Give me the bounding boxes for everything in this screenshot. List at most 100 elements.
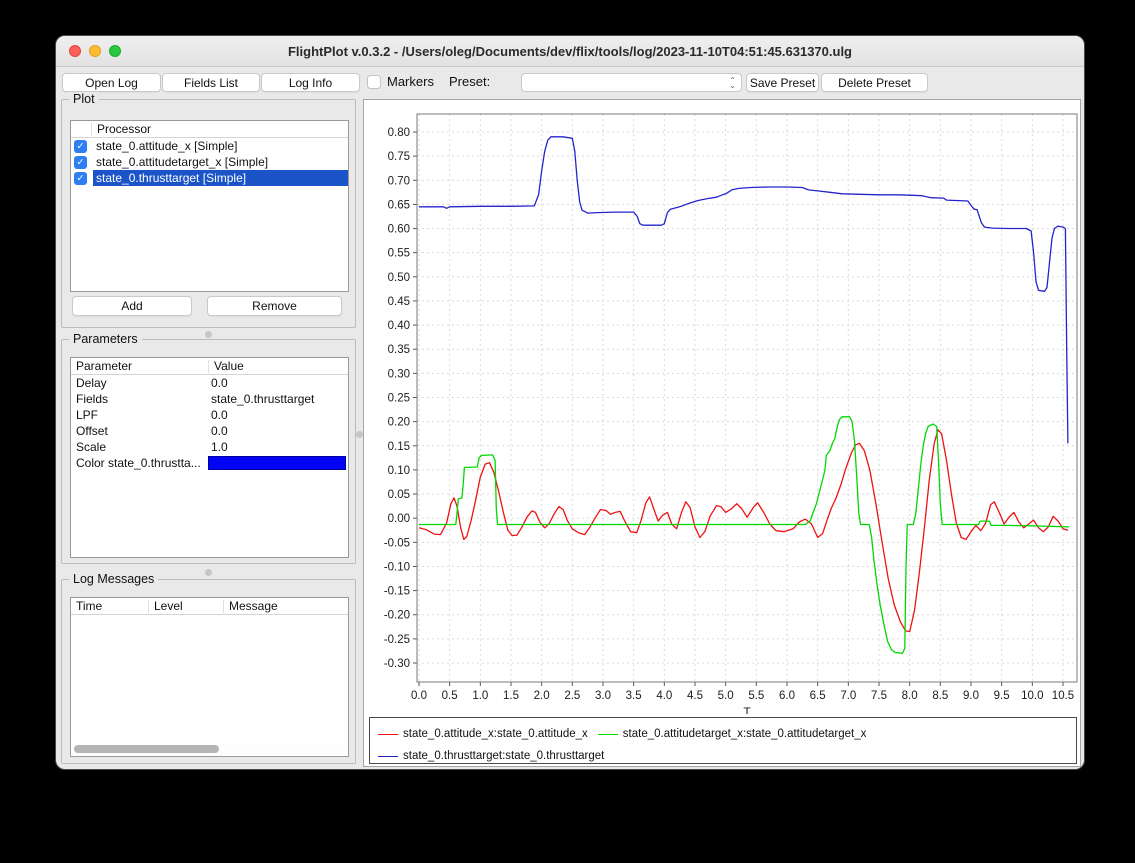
chart-legend: state_0.attitude_x:state_0.attitude_xsta… — [369, 717, 1077, 764]
x-tick-label: 1.5 — [503, 690, 519, 702]
legend-label: state_0.attitudetarget_x:state_0.attitud… — [623, 723, 867, 745]
item-checkbox-checked[interactable]: ✓ — [74, 172, 87, 185]
log-messages-table[interactable]: Time Level Message — [70, 597, 349, 757]
scrollbar-thumb[interactable] — [74, 745, 219, 753]
legend-row: state_0.thrusttarget:state_0.thrusttarge… — [378, 745, 1076, 767]
x-tick-label: 7.5 — [871, 690, 887, 702]
parameter-value[interactable]: 0.0 — [208, 407, 348, 423]
legend-item: state_0.attitude_x:state_0.attitude_x — [378, 723, 588, 745]
parameter-name: Delay — [71, 376, 208, 390]
legend-line-swatch — [378, 756, 398, 757]
plot-item-label: state_0.attitudetarget_x [Simple] — [93, 154, 271, 170]
parameter-row[interactable]: Scale1.0 — [71, 439, 348, 455]
preset-label: Preset: — [449, 74, 490, 89]
chart-panel: 0.800.750.700.650.600.550.500.450.400.35… — [363, 99, 1081, 767]
x-tick-label: 6.0 — [779, 690, 795, 702]
x-tick-label: 6.5 — [810, 690, 826, 702]
vertical-splitter-handle[interactable] — [356, 431, 363, 438]
y-tick-label: 0.25 — [388, 392, 410, 404]
save-preset-button[interactable]: Save Preset — [746, 73, 819, 92]
x-axis-label: T — [743, 705, 751, 714]
y-tick-label: 0.65 — [388, 199, 410, 211]
parameter-name: Scale — [71, 440, 208, 454]
plot-area[interactable] — [417, 114, 1077, 682]
legend-line-swatch — [598, 734, 618, 735]
y-tick-label: 0.30 — [388, 368, 410, 380]
parameter-value[interactable] — [208, 455, 348, 471]
plot-fields-list[interactable]: Processor ✓state_0.attitude_x [Simple]✓s… — [70, 120, 349, 292]
parameters-table[interactable]: Parameter Value Delay0.0Fieldsstate_0.th… — [70, 357, 349, 558]
y-tick-label: 0.20 — [388, 417, 410, 429]
markers-checkbox[interactable] — [367, 75, 381, 89]
open-log-button[interactable]: Open Log — [62, 73, 161, 92]
legend-label: state_0.thrusttarget:state_0.thrusttarge… — [403, 745, 604, 767]
y-tick-label: 0.15 — [388, 441, 410, 453]
item-checkbox-checked[interactable]: ✓ — [74, 140, 87, 153]
y-tick-label: -0.25 — [384, 634, 410, 646]
x-tick-label: 0.0 — [411, 690, 427, 702]
x-tick-label: 8.0 — [902, 690, 918, 702]
parameter-row[interactable]: Color state_0.thrustta... — [71, 455, 348, 471]
plot-list-item[interactable]: ✓state_0.attitude_x [Simple] — [71, 138, 348, 154]
log-info-button[interactable]: Log Info — [261, 73, 360, 92]
parameter-row[interactable]: Fieldsstate_0.thrusttarget — [71, 391, 348, 407]
parameter-row[interactable]: Delay0.0 — [71, 375, 348, 391]
x-tick-label: 2.0 — [534, 690, 550, 702]
plot-group: Plot Processor ✓state_0.attitude_x [Simp… — [61, 99, 356, 328]
y-tick-label: 0.05 — [388, 489, 410, 501]
parameter-row[interactable]: Offset0.0 — [71, 423, 348, 439]
remove-button[interactable]: Remove — [207, 296, 342, 316]
parameters-group-title: Parameters — [69, 332, 142, 346]
close-window-button[interactable] — [69, 45, 81, 57]
title-bar[interactable]: FlightPlot v.0.3.2 - /Users/oleg/Documen… — [56, 36, 1084, 67]
parameter-value[interactable]: 1.0 — [208, 439, 348, 455]
splitter-handle[interactable] — [205, 569, 212, 576]
plot-list-item[interactable]: ✓state_0.thrusttarget [Simple] — [71, 170, 348, 186]
parameters-table-rows: Delay0.0Fieldsstate_0.thrusttargetLPF0.0… — [71, 375, 348, 471]
x-tick-label: 4.5 — [687, 690, 703, 702]
y-tick-label: 0.80 — [388, 127, 410, 139]
legend-item: state_0.thrusttarget:state_0.thrusttarge… — [378, 745, 604, 767]
log-messages-group-title: Log Messages — [69, 572, 158, 586]
parameter-name: LPF — [71, 408, 208, 422]
x-tick-label: 8.5 — [932, 690, 948, 702]
splitter-handle[interactable] — [205, 331, 212, 338]
delete-preset-button[interactable]: Delete Preset — [821, 73, 928, 92]
color-swatch[interactable] — [208, 456, 346, 470]
y-tick-label: 0.60 — [388, 224, 410, 236]
y-tick-label: 0.35 — [388, 344, 410, 356]
combo-stepper-icon[interactable]: ⌃⌄ — [729, 74, 736, 91]
y-tick-label: -0.05 — [384, 537, 410, 549]
plot-list-item[interactable]: ✓ state_0.attitudetarget_x [Simple] — [71, 154, 348, 170]
x-tick-label: 4.0 — [656, 690, 672, 702]
y-tick-label: -0.20 — [384, 610, 410, 622]
horizontal-scrollbar[interactable] — [72, 743, 347, 755]
log-table-header: Time Level Message — [71, 598, 348, 615]
legend-line-swatch — [378, 734, 398, 735]
y-tick-label: 0.45 — [388, 296, 410, 308]
maximize-window-button[interactable] — [109, 45, 121, 57]
preset-combobox[interactable]: ⌃⌄ — [521, 73, 742, 92]
y-tick-label: 0.50 — [388, 272, 410, 284]
y-tick-label: -0.10 — [384, 561, 410, 573]
parameter-row[interactable]: LPF0.0 — [71, 407, 348, 423]
fields-list-button[interactable]: Fields List — [162, 73, 260, 92]
add-button[interactable]: Add — [72, 296, 192, 316]
parameter-value[interactable]: 0.0 — [208, 423, 348, 439]
plot-list-rows: ✓state_0.attitude_x [Simple]✓state_0.att… — [71, 138, 348, 186]
parameter-value[interactable]: state_0.thrusttarget — [208, 391, 348, 407]
y-tick-label: -0.30 — [384, 658, 410, 670]
minimize-window-button[interactable] — [89, 45, 101, 57]
y-tick-label: 0.75 — [388, 151, 410, 163]
chart-canvas[interactable]: 0.800.750.700.650.600.550.500.450.400.35… — [364, 100, 1080, 714]
parameter-column-header: Parameter — [71, 360, 208, 373]
parameter-value[interactable]: 0.0 — [208, 375, 348, 391]
y-tick-label: 0.55 — [388, 248, 410, 260]
x-tick-label: 9.5 — [994, 690, 1010, 702]
item-checkbox-checked[interactable]: ✓ — [74, 156, 87, 169]
parameters-group: Parameters Parameter Value Delay0.0Field… — [61, 339, 356, 564]
y-tick-label: 0.00 — [388, 513, 410, 525]
x-tick-label: 5.5 — [748, 690, 764, 702]
plot-list-header: Processor — [71, 121, 348, 138]
x-tick-label: 10.0 — [1021, 690, 1043, 702]
